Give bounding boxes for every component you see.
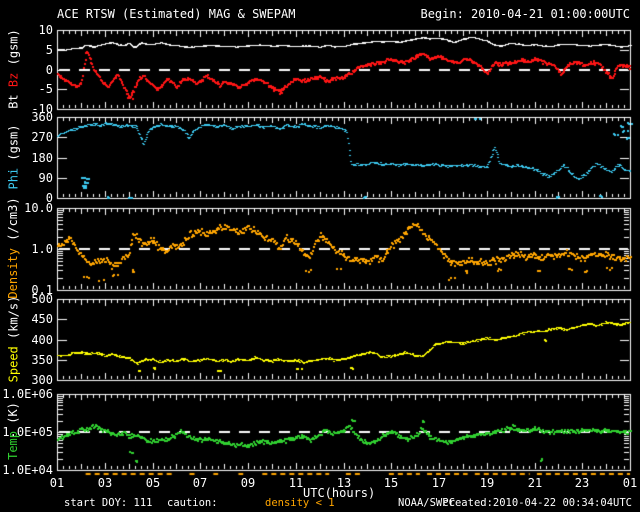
- footer-caution-label: caution:: [167, 497, 218, 509]
- footer-created-timestamp: created:2010-04-22 00:34:04UTC: [442, 497, 632, 509]
- x-tick-label: 01: [49, 476, 65, 490]
- panel-y-axis-title-part: Temp: [6, 431, 20, 460]
- x-tick-label: 01: [622, 476, 638, 490]
- x-tick-label: 07: [192, 476, 208, 490]
- chart-title: ACE RTSW (Estimated) MAG & SWEPAM: [57, 7, 296, 21]
- x-tick-label: 21: [527, 476, 543, 490]
- footer-start-doy: start DOY: 111: [64, 497, 153, 509]
- x-tick-label: 15: [383, 476, 399, 490]
- panel-y-axis-title-part: Phi: [6, 167, 20, 190]
- panel-y-axis-title-part: (gsm): [6, 123, 20, 168]
- panel-y-axis-title: Temp (K): [6, 373, 20, 489]
- x-tick-label: 09: [240, 476, 256, 490]
- panel-y-axis-title-part: (gsm): [6, 28, 20, 73]
- x-tick-label: 19: [479, 476, 495, 490]
- begin-timestamp: Begin: 2010-04-21 01:00:00UTC: [420, 7, 630, 21]
- chart-canvas: [0, 0, 640, 512]
- panel-y-axis-title-part: (K): [6, 402, 20, 431]
- x-tick-label: 03: [97, 476, 113, 490]
- panel-y-axis-title-part: (/cm3): [6, 197, 20, 248]
- panel-y-axis-title-part: (km/s): [6, 295, 20, 346]
- x-tick-label: 23: [574, 476, 590, 490]
- panel-y-axis-title-part: Bz: [6, 72, 20, 87]
- footer-caution-value: density < 1: [265, 497, 335, 509]
- x-tick-label: 17: [431, 476, 447, 490]
- x-tick-label: 05: [145, 476, 161, 490]
- ace-rtsw-plot: ACE RTSW (Estimated) MAG & SWEPAM Begin:…: [0, 0, 640, 512]
